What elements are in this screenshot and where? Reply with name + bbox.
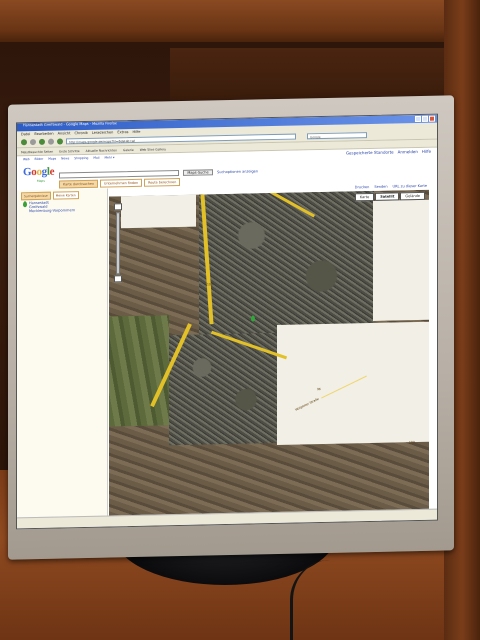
- photo-scene: BelinEA Hansestadt Greifswald - Google M…: [0, 0, 480, 640]
- bookmark-item[interactable]: Meistbesuchte Seiten: [21, 149, 53, 154]
- unloaded-tile: [373, 199, 429, 321]
- maximize-icon[interactable]: [422, 115, 428, 122]
- google-logo[interactable]: Google: [23, 166, 54, 179]
- forward-icon[interactable]: [30, 139, 36, 146]
- account-links: Gespeicherte Standorte Anmelden Hilfe: [346, 149, 431, 156]
- google-maps-page: Web Bilder Maps News Shopping Mail Mehr …: [17, 147, 437, 519]
- map-type-map[interactable]: Karte: [354, 192, 375, 202]
- unloaded-tile: [277, 321, 429, 445]
- bookmark-item[interactable]: Galerie: [123, 147, 134, 151]
- window-title: Hansestadt Greifswald - Google Maps - Mo…: [23, 121, 117, 128]
- maps-sublogo: Maps: [37, 178, 45, 183]
- print-link[interactable]: Drucken: [355, 185, 370, 189]
- stop-icon[interactable]: [48, 138, 54, 145]
- gnav-link[interactable]: Maps: [48, 157, 56, 161]
- location-marker-icon[interactable]: [251, 315, 255, 322]
- result-marker-icon: [23, 201, 27, 208]
- unloaded-tile: [121, 194, 196, 229]
- results-sidebar: Suchergebnisse Meine Karten Hansestadt G…: [17, 188, 108, 519]
- gnav-link[interactable]: News: [61, 156, 69, 160]
- map-type-satellite[interactable]: Satellit: [375, 192, 400, 201]
- tab-search-map[interactable]: Karte durchsuchen: [59, 179, 99, 189]
- reload-icon[interactable]: [39, 138, 45, 145]
- zoom-control[interactable]: [112, 202, 122, 292]
- gnav-link[interactable]: Mail: [93, 156, 99, 160]
- road-label: 109: [409, 440, 415, 445]
- map-type-selector: Karte Satellit Gelände: [354, 191, 425, 202]
- sign-in-link[interactable]: Anmelden: [398, 149, 418, 154]
- monitor-screen: Hansestadt Greifswald - Google Maps - Mo…: [16, 113, 438, 530]
- zoom-out-icon[interactable]: [114, 275, 122, 283]
- map-tile: [109, 315, 169, 427]
- menu-item[interactable]: Ansicht: [58, 131, 71, 135]
- gnav-link[interactable]: Mehr ▾: [104, 155, 114, 159]
- tab-find-business[interactable]: Unternehmen finden: [100, 178, 143, 188]
- map-actions: Drucken Senden URL zu dieser Karte: [355, 184, 427, 190]
- home-icon[interactable]: [57, 138, 63, 145]
- menu-item[interactable]: Lesezeichen: [92, 130, 114, 134]
- search-tabs: Karte durchsuchen Unternehmen finden Rou…: [59, 177, 181, 189]
- satellite-map[interactable]: 109 96 109 Wolgaster Straße Karte Satell…: [109, 189, 429, 517]
- help-link[interactable]: Hilfe: [422, 149, 431, 154]
- bookmark-item[interactable]: Erste Schritte: [59, 149, 79, 153]
- minimize-icon[interactable]: [415, 115, 421, 123]
- shelf-compartment: [170, 48, 460, 100]
- tab-search-results[interactable]: Suchergebnisse: [21, 191, 51, 201]
- maps-search-input[interactable]: [59, 170, 179, 179]
- browser-search-input[interactable]: Google: [307, 132, 367, 140]
- tab-my-maps[interactable]: Meine Karten: [52, 191, 79, 200]
- saved-places-link[interactable]: Gespeicherte Standorte: [346, 150, 394, 156]
- menu-item[interactable]: Bearbeiten: [34, 132, 53, 136]
- google-nav: Web Bilder Maps News Shopping Mail Mehr …: [23, 155, 115, 161]
- result-line: Mecklenburg-Vorpommern: [29, 208, 76, 214]
- back-icon[interactable]: [21, 139, 27, 146]
- zoom-slider[interactable]: [116, 212, 120, 275]
- wooden-shelf: [0, 0, 480, 42]
- maps-search-button[interactable]: Maps-Suche: [183, 169, 213, 176]
- map-type-terrain[interactable]: Gelände: [400, 191, 425, 201]
- search-result[interactable]: Hansestadt Greifswald Mecklenburg-Vorpom…: [29, 200, 75, 214]
- tab-directions[interactable]: Route berechnen: [144, 177, 181, 187]
- search-options-link[interactable]: Suchoptionen anzeigen: [217, 169, 258, 174]
- road-label: 109: [207, 282, 213, 287]
- bookmark-item[interactable]: Aktuelle Nachrichten: [86, 148, 117, 153]
- road-label: 96: [317, 387, 321, 392]
- gnav-link[interactable]: Web: [23, 157, 30, 161]
- map-tile: [199, 190, 374, 335]
- send-link[interactable]: Senden: [374, 185, 387, 189]
- menu-item[interactable]: Chronik: [75, 131, 88, 135]
- menu-item[interactable]: Extras: [117, 130, 128, 134]
- gnav-link[interactable]: Bilder: [35, 157, 44, 161]
- bookmark-item[interactable]: Web Slice Gallery: [140, 147, 166, 152]
- menu-item[interactable]: Hilfe: [132, 130, 140, 134]
- close-icon[interactable]: [429, 115, 435, 122]
- link-url[interactable]: URL zu dieser Karte: [393, 184, 427, 189]
- zoom-in-icon[interactable]: [114, 203, 122, 211]
- menu-item[interactable]: Datei: [21, 132, 30, 136]
- gnav-link[interactable]: Shopping: [74, 156, 88, 160]
